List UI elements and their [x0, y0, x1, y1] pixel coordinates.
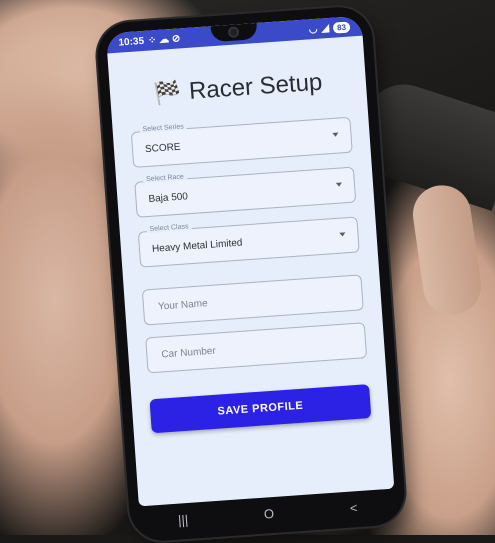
race-select-label: Select Race [142, 173, 188, 184]
back-icon[interactable]: < [349, 500, 358, 515]
checkered-flag-icon: 🏁 [152, 79, 183, 107]
recents-icon[interactable]: ||| [177, 512, 188, 528]
page-title: Racer Setup [188, 68, 324, 105]
home-icon[interactable]: O [263, 505, 274, 521]
battery-indicator: 83 [332, 21, 351, 34]
class-select-label: Select Class [146, 223, 192, 234]
phone-screen: 10:35 ⁘ ☁ ⊘ ◡ ◢ 83 🏁 Racer Setup Select … [105, 15, 395, 507]
signal-icon: ◢ [321, 22, 330, 34]
class-select-value: Heavy Metal Limited [151, 237, 243, 255]
chevron-down-icon [339, 232, 346, 237]
app-header: 🏁 Racer Setup [109, 66, 366, 112]
camera-icon [227, 26, 240, 38]
car-number-input[interactable] [158, 334, 354, 362]
series-select-value: SCORE [144, 141, 181, 155]
class-select[interactable]: Select Class Heavy Metal Limited [137, 216, 360, 268]
chevron-down-icon [335, 182, 343, 187]
save-profile-button[interactable]: SAVE PROFILE [149, 384, 372, 434]
status-time: 10:35 [118, 35, 145, 49]
wifi-icon: ◡ [308, 23, 318, 35]
series-select-label: Select Series [139, 123, 188, 134]
race-select[interactable]: Select Race Baja 500 [134, 166, 357, 218]
car-number-field-wrapper [145, 322, 368, 374]
race-select-value: Baja 500 [148, 190, 189, 205]
name-input[interactable] [155, 286, 351, 314]
phone: 10:35 ⁘ ☁ ⊘ ◡ ◢ 83 🏁 Racer Setup Select … [95, 5, 407, 543]
series-select[interactable]: Select Series SCORE [130, 116, 353, 168]
notification-icons: ⁘ ☁ ⊘ [147, 32, 181, 47]
chevron-down-icon [332, 132, 339, 137]
